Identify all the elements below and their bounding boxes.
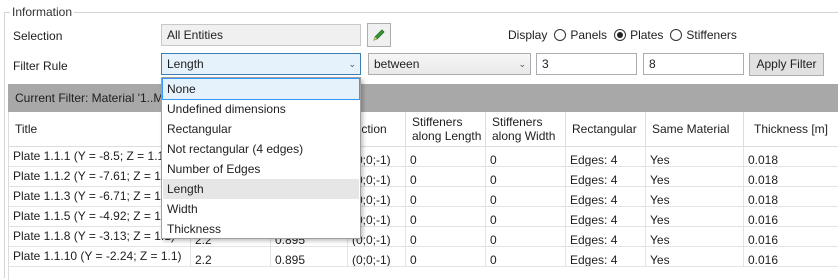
display-label: Display xyxy=(508,28,548,42)
table-cell-rect[interactable]: Edges: 4 xyxy=(566,167,646,187)
col-header-rectangular[interactable]: Rectangular xyxy=(566,112,646,147)
dropdown-item[interactable]: Rectangular xyxy=(163,119,359,139)
radio-stiffeners[interactable]: Stiffeners xyxy=(670,28,737,42)
radio-plates[interactable]: Plates xyxy=(614,28,663,42)
table-cell-rect[interactable]: Edges: 4 xyxy=(566,227,646,247)
apply-filter-button[interactable]: Apply Filter xyxy=(749,53,824,76)
table-cell-thk[interactable]: 0.018 xyxy=(744,147,838,167)
group-title: Information xyxy=(10,5,75,19)
dropdown-item[interactable]: Thickness xyxy=(163,219,359,239)
filter-property-combo[interactable]: Length ⌄ xyxy=(161,53,361,75)
selection-label: Selection xyxy=(13,29,63,43)
table-cell-sw[interactable]: 0 xyxy=(486,187,566,207)
plates-table: Title irection Stiffeners along Length S… xyxy=(8,112,838,280)
table-cell-same[interactable]: Yes xyxy=(646,227,744,247)
table-cell-sw[interactable]: 0 xyxy=(486,147,566,167)
dropdown-item[interactable]: None xyxy=(162,78,360,100)
table-cell-dir[interactable]: (0;0;-1) xyxy=(348,247,406,267)
table-cell-c2[interactable]: 2.2 xyxy=(191,247,271,267)
edit-selection-button[interactable] xyxy=(367,23,391,47)
table-cell-same[interactable]: Yes xyxy=(646,247,744,267)
table-cell-title[interactable]: Plate 1.1.10 (Y = -2.24; Z = 1.1) xyxy=(9,247,191,267)
table-cell-sw[interactable]: 0 xyxy=(486,247,566,267)
filter-value-from-input[interactable]: 3 xyxy=(536,53,637,75)
table-cell-sl[interactable]: 0 xyxy=(406,167,486,187)
table-cell-rect[interactable]: Edges: 4 xyxy=(566,247,646,267)
table-cell-sl[interactable]: 0 xyxy=(406,207,486,227)
selection-field[interactable]: All Entities xyxy=(161,24,361,46)
table-cell-thk[interactable]: 0.016 xyxy=(744,207,838,227)
table-cell-thk[interactable]: 0.018 xyxy=(744,167,838,187)
table-cell-thk[interactable]: 0.016 xyxy=(744,227,838,247)
col-header-stiffeners-length[interactable]: Stiffeners along Length xyxy=(406,112,486,147)
table-cell-same[interactable]: Yes xyxy=(646,167,744,187)
dropdown-item[interactable]: Number of Edges xyxy=(163,159,359,179)
table-cell-sl[interactable]: 0 xyxy=(406,247,486,267)
current-filter-bar: Current Filter: Material '1..M xyxy=(8,84,838,112)
filter-property-value: Length xyxy=(167,57,204,71)
radio-plates-label: Plates xyxy=(630,28,664,42)
filter-operator-value: between xyxy=(374,57,420,71)
pencil-icon xyxy=(373,29,385,41)
table-cell-sl[interactable]: 0 xyxy=(406,147,486,167)
table-cell-rect[interactable]: Edges: 4 xyxy=(566,207,646,227)
radio-stiffeners-circle[interactable] xyxy=(670,29,683,41)
table-cell-sw[interactable]: 0 xyxy=(486,167,566,187)
table-cell-rect[interactable]: Edges: 4 xyxy=(566,147,646,167)
table-cell-thk[interactable]: 0.016 xyxy=(744,247,838,267)
table-cell-sl[interactable]: 0 xyxy=(406,227,486,247)
table-cell-same[interactable]: Yes xyxy=(646,147,744,167)
table-cell-sl[interactable]: 0 xyxy=(406,187,486,207)
col-header-same-material[interactable]: Same Material xyxy=(646,112,744,147)
dropdown-item[interactable]: Undefined dimensions xyxy=(163,99,359,119)
dropdown-item[interactable]: Not rectangular (4 edges) xyxy=(163,139,359,159)
table-cell-rect[interactable]: Edges: 4 xyxy=(566,187,646,207)
table-cell-thk[interactable]: 0.018 xyxy=(744,187,838,207)
table-cell-c3[interactable]: 0.895 xyxy=(271,247,348,267)
radio-panels-label: Panels xyxy=(570,28,608,42)
chevron-down-icon: ⌄ xyxy=(348,59,356,69)
display-radio-group: Display Panels Plates Stiffeners xyxy=(508,28,737,42)
filter-property-dropdown: None Undefined dimensions Rectangular Not r… xyxy=(161,77,361,239)
dropdown-item[interactable]: Width xyxy=(163,199,359,219)
radio-panels-circle[interactable] xyxy=(554,29,567,41)
chevron-down-icon: ⌄ xyxy=(518,59,526,69)
table-cell-same[interactable]: Yes xyxy=(646,207,744,227)
radio-panels[interactable]: Panels xyxy=(554,28,607,42)
table-cell-same[interactable]: Yes xyxy=(646,187,744,207)
filter-value-to-input[interactable]: 8 xyxy=(643,53,744,75)
filter-operator-combo[interactable]: between ⌄ xyxy=(368,53,531,75)
table-cell-sw[interactable]: 0 xyxy=(486,227,566,247)
filter-rule-label: Filter Rule xyxy=(13,59,68,73)
col-header-stiffeners-width[interactable]: Stiffeners along Width xyxy=(486,112,566,147)
col-header-thickness[interactable]: Thickness [m] xyxy=(744,112,838,147)
radio-plates-circle[interactable] xyxy=(614,29,627,41)
radio-stiffeners-label: Stiffeners xyxy=(686,28,737,42)
dropdown-item[interactable]: Length xyxy=(163,179,359,199)
table-cell-sw[interactable]: 0 xyxy=(486,207,566,227)
